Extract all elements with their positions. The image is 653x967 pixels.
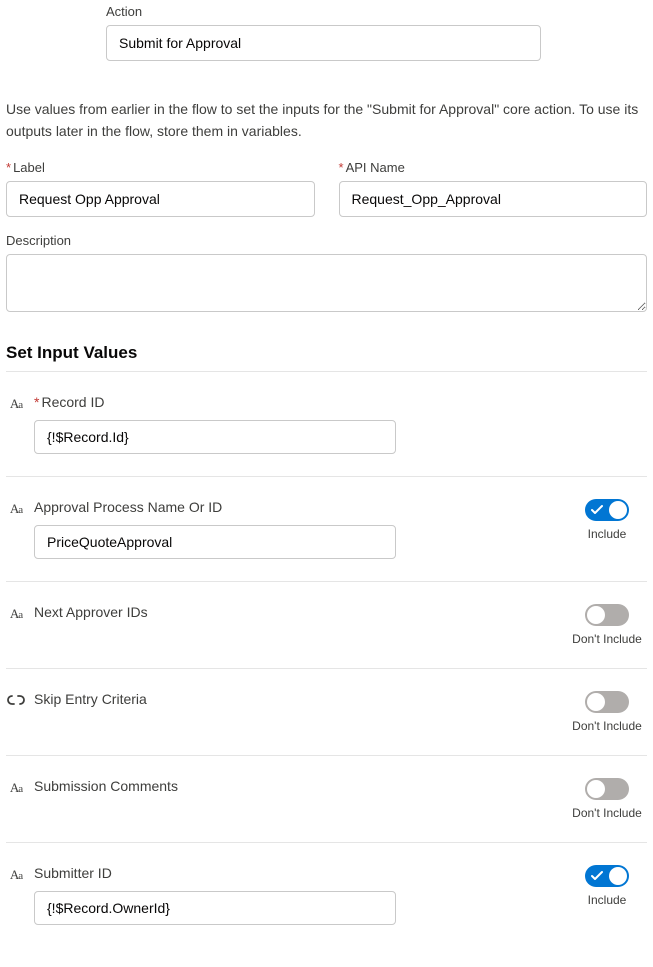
approval-process-toggle[interactable]: [585, 499, 629, 521]
submission-comments-label: Submission Comments: [34, 778, 178, 794]
toggle-caption: Include: [588, 527, 627, 541]
action-label: Action: [106, 4, 647, 19]
record-id-label: *Record ID: [34, 394, 104, 410]
helper-text: Use values from earlier in the flow to s…: [6, 99, 647, 142]
action-input[interactable]: [106, 25, 541, 61]
link-icon: [7, 693, 25, 707]
toggle-caption: Don't Include: [572, 806, 642, 820]
next-approver-toggle[interactable]: [585, 604, 629, 626]
api-name-input[interactable]: [339, 181, 648, 217]
skip-entry-label: Skip Entry Criteria: [34, 691, 147, 707]
description-textarea[interactable]: [6, 254, 647, 312]
toggle-caption: Don't Include: [572, 719, 642, 733]
text-type-icon: Aa: [10, 606, 22, 622]
skip-entry-toggle[interactable]: [585, 691, 629, 713]
api-name-field-label: *API Name: [339, 160, 648, 175]
check-icon: [591, 504, 603, 516]
submitter-id-input[interactable]: [34, 891, 396, 925]
text-type-icon: Aa: [10, 780, 22, 796]
label-input[interactable]: [6, 181, 315, 217]
text-type-icon: Aa: [10, 867, 22, 883]
submission-comments-toggle[interactable]: [585, 778, 629, 800]
set-input-values-heading: Set Input Values: [6, 343, 647, 363]
text-type-icon: Aa: [10, 501, 22, 517]
description-label: Description: [6, 233, 647, 248]
check-icon: [591, 870, 603, 882]
approval-process-input[interactable]: [34, 525, 396, 559]
record-id-input[interactable]: [34, 420, 396, 454]
approval-process-label: Approval Process Name Or ID: [34, 499, 222, 515]
submitter-id-label: Submitter ID: [34, 865, 112, 881]
next-approver-label: Next Approver IDs: [34, 604, 148, 620]
text-type-icon: Aa: [10, 396, 22, 412]
toggle-caption: Don't Include: [572, 632, 642, 646]
toggle-caption: Include: [588, 893, 627, 907]
label-field-label: *Label: [6, 160, 315, 175]
submitter-id-toggle[interactable]: [585, 865, 629, 887]
